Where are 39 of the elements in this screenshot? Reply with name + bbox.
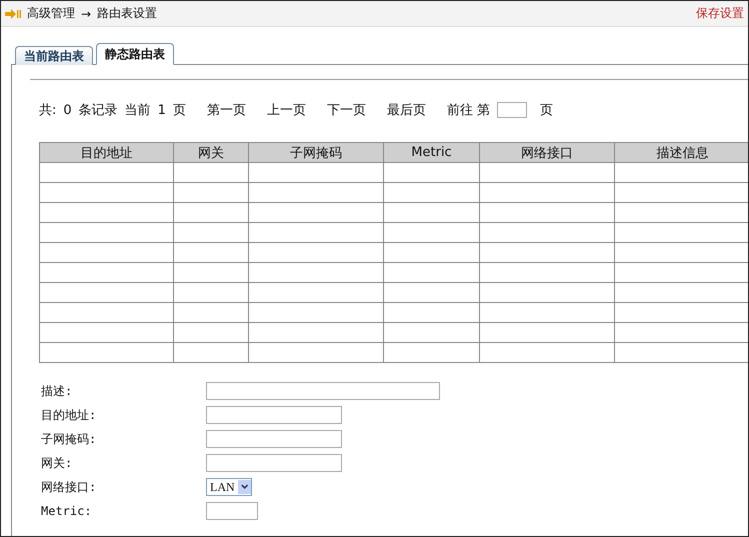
pager-text: 共: [39, 102, 56, 119]
field-label: 网关: [41, 454, 74, 472]
input-field[interactable] [206, 454, 342, 472]
column-header: Metric [384, 142, 480, 162]
breadcrumb-separator: → [81, 6, 92, 20]
pager-link[interactable]: 上一页 [266, 101, 306, 119]
page-number: 1 [158, 102, 166, 118]
pager-text: 当前 [124, 102, 151, 119]
breadcrumb-item: 路由表设置 [97, 5, 158, 22]
input-field[interactable] [206, 406, 342, 424]
tab[interactable]: 静态路由表 [96, 43, 174, 65]
pager-text: 前往 第 [446, 102, 490, 119]
pager-text: 页 [540, 102, 554, 119]
interface-select[interactable]: LAN [206, 478, 252, 496]
pager-text: 页 [172, 102, 186, 119]
breadcrumb-item: 高级管理 [27, 5, 75, 22]
pager-text: 条记录 [78, 102, 118, 119]
column-header: 网关 [174, 142, 248, 162]
pager-link[interactable]: 下一页 [326, 101, 366, 119]
field-label: 子网掩码: [41, 430, 98, 448]
column-header: 目的地址 [40, 142, 174, 162]
save-link[interactable]: 保存设置 [696, 5, 744, 22]
column-header: 子网掩码 [248, 142, 384, 162]
field-label: Metric: [41, 504, 93, 518]
pager-link[interactable]: 第一页 [206, 101, 246, 119]
record-count: 0 [63, 102, 72, 118]
pager-link[interactable]: 最后页 [386, 101, 426, 119]
field-label: 描述: [41, 382, 74, 400]
field-label: 目的地址: [41, 406, 98, 424]
input-field[interactable] [206, 502, 258, 520]
arrow-icon [5, 8, 21, 18]
tab[interactable]: 当前路由表 [15, 46, 93, 65]
page-input[interactable] [497, 102, 528, 118]
caret-icon [238, 480, 251, 494]
column-header: 网络接口 [480, 142, 614, 162]
input-field[interactable] [206, 430, 342, 448]
column-header: 描述信息 [614, 142, 748, 162]
input-field[interactable] [206, 382, 440, 400]
field-label: 网络接口: [41, 478, 98, 496]
